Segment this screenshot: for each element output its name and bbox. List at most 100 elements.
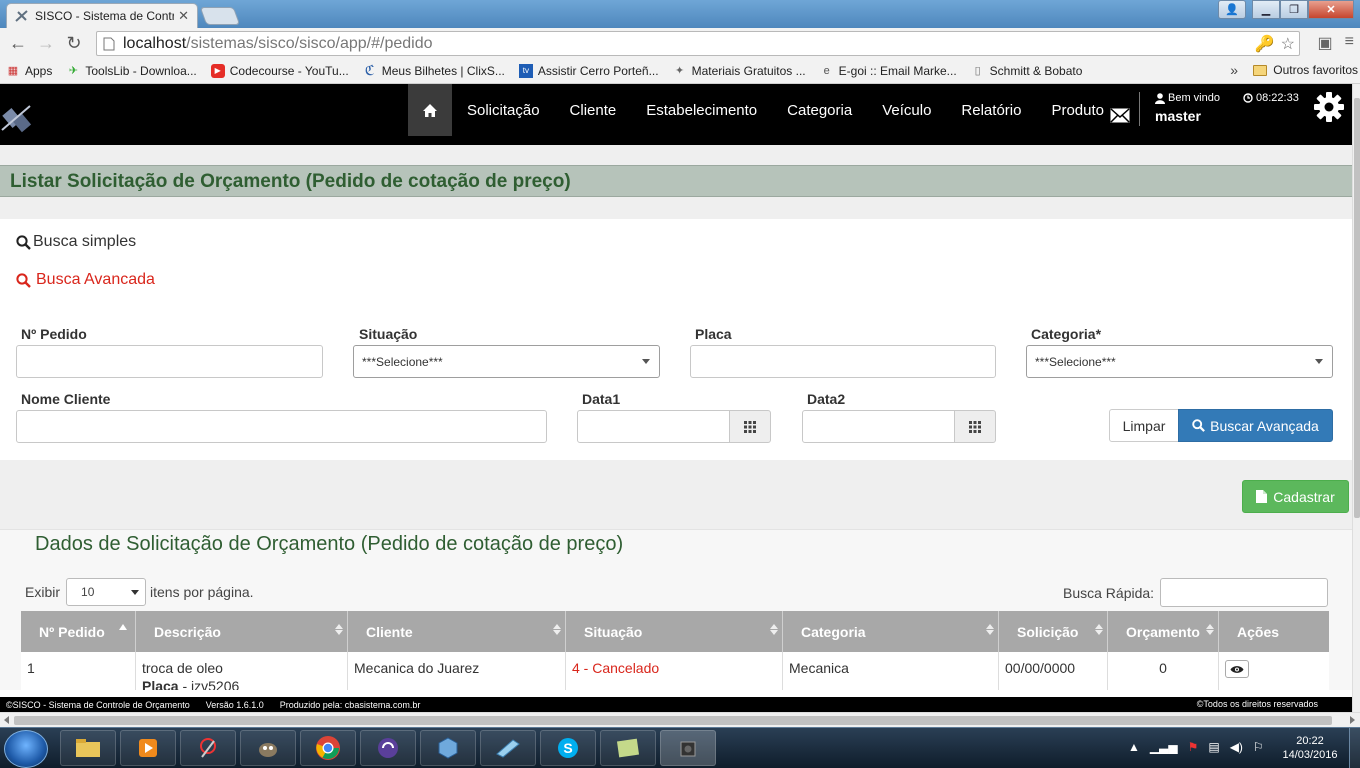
view-button[interactable] [1225,660,1249,678]
home-button[interactable] [408,84,452,136]
pedido-input[interactable] [16,345,323,378]
cell-cliente: Mecanica do Juarez [348,652,566,690]
extension-icon[interactable]: ▣ [1318,33,1333,53]
skype-icon[interactable]: S [540,730,596,766]
data2-calendar-button[interactable] [954,410,996,443]
camera-app-icon[interactable] [660,730,716,766]
register-button[interactable]: Cadastrar [1242,480,1349,513]
bookmark-item[interactable]: ✦ Materiais Gratuitos ... [673,64,806,78]
forward-arrow-icon[interactable]: → [32,33,60,54]
minimize-button[interactable]: ▁ [1252,0,1280,19]
virtualbox-icon[interactable] [420,730,476,766]
address-bar[interactable]: localhost/sistemas/sisco/sisco/app/#/ped… [96,31,1300,56]
column-header-pedido[interactable]: Nº Pedido [21,611,136,652]
gear-icon[interactable] [1313,91,1345,123]
column-header-situacao[interactable]: Situação [566,611,783,652]
gimp-icon[interactable] [240,730,296,766]
scroll-right-arrow-icon[interactable] [1350,716,1355,724]
menu-icon[interactable]: ≡ [1345,33,1354,53]
materials-icon: ✦ [674,65,685,77]
advanced-search-link[interactable]: Busca Avancada [16,271,155,289]
horizontal-scrollbar[interactable] [0,712,1360,727]
url-path: /sistemas/sisco/sisco/app/#/pedido [186,34,433,52]
close-window-button[interactable]: ✕ [1308,0,1354,19]
tab-close-icon[interactable]: ✕ [178,8,189,24]
data2-input[interactable] [802,410,955,443]
tray-expand-icon[interactable]: ▲ [1128,740,1140,754]
bookmark-star-icon[interactable]: ☆ [1281,34,1295,54]
volume-icon[interactable]: ◀) [1230,740,1243,754]
browser-tab[interactable]: SISCO - Sistema de Contro ✕ [6,3,198,28]
media-player-icon[interactable] [120,730,176,766]
nav-solicitacao[interactable]: Solicitação [452,102,555,119]
device-icon[interactable]: ▤ [1208,740,1219,754]
user-profile-icon[interactable]: 👤 [1218,0,1246,19]
bookmark-item[interactable]: ▯ Schmitt & Bobato [971,64,1083,78]
horizontal-scroll-thumb[interactable] [14,716,1332,725]
advanced-search-button[interactable]: Buscar Avançada [1178,409,1333,442]
page-size-select[interactable]: 10 [66,578,147,606]
bookmark-item[interactable]: ✈ ToolsLib - Downloa... [66,64,197,78]
file-explorer-icon[interactable] [60,730,116,766]
nav-produto[interactable]: Produto [1036,102,1119,119]
bookmark-item[interactable]: tv Assistir Cerro Porteñ... [518,63,659,78]
sort-icon [335,624,343,635]
placa-input[interactable] [690,345,996,378]
sticky-notes-icon[interactable] [600,730,656,766]
column-header-orcamento[interactable]: Orçamento [1108,611,1219,652]
torrent-icon[interactable] [360,730,416,766]
other-bookmarks[interactable]: Outros favoritos [1253,63,1358,77]
nav-relatorio[interactable]: Relatório [946,102,1036,119]
column-header-cliente[interactable]: Cliente [348,611,566,652]
bookmark-item[interactable]: ▦ Apps [6,64,53,78]
situacao-select[interactable]: ***Selecione*** [353,345,660,378]
chrome-icon[interactable] [300,730,356,766]
start-button[interactable] [4,730,48,768]
bookmark-item[interactable]: ▶ Codecourse - YouTu... [210,63,349,78]
clear-button[interactable]: Limpar [1109,409,1179,442]
nav-categoria[interactable]: Categoria [772,102,867,119]
show-desktop-button[interactable] [1349,728,1360,768]
scroll-left-arrow-icon[interactable] [4,716,9,724]
new-tab-button[interactable] [199,7,241,25]
nav-estabelecimento[interactable]: Estabelecimento [631,102,772,119]
vertical-scrollbar[interactable] [1352,84,1360,712]
notes-app-icon[interactable] [480,730,536,766]
bookmark-item[interactable]: e E-goi :: Email Marke... [820,64,957,78]
search-icon [1192,419,1206,432]
page-icon [103,37,115,50]
page-content: Listar Solicitação de Orçamento (Pedido … [0,145,1352,690]
nome-cliente-input[interactable] [16,410,547,443]
taskbar-clock[interactable]: 20:22 14/03/2016 [1280,734,1340,762]
snipping-tool-icon[interactable] [180,730,236,766]
vertical-scroll-thumb[interactable] [1354,98,1360,518]
nav-veiculo[interactable]: Veículo [867,102,946,119]
network-warning-icon[interactable]: ⚑ [1188,740,1199,754]
tab-title: SISCO - Sistema de Contro [35,9,175,23]
key-icon[interactable]: 🔑 [1255,34,1275,54]
search-mode-panel: Busca simples Busca Avancada [0,219,1352,303]
column-header-categoria[interactable]: Categoria [783,611,999,652]
page-icon: ▯ [974,65,981,77]
categoria-select[interactable]: ***Selecione*** [1026,345,1333,378]
signal-icon[interactable]: ▁▃▅ [1150,740,1178,754]
column-header-solicitacao[interactable]: Solicição [999,611,1108,652]
table-row[interactable]: 1 troca de oleo Placa - izv5206 Mecanica… [21,652,1329,690]
quick-search-input[interactable] [1160,578,1329,607]
page-title: Listar Solicitação de Orçamento (Pedido … [10,171,571,192]
file-icon [1256,490,1268,503]
maximize-button[interactable]: ❐ [1280,0,1308,19]
satellite-logo-icon[interactable] [0,100,34,138]
more-bookmarks-icon[interactable]: » [1230,62,1238,78]
data1-input[interactable] [577,410,730,443]
flag-icon[interactable]: ⚐ [1253,740,1264,754]
back-arrow-icon[interactable]: ← [4,33,32,54]
bookmark-item[interactable]: ℭ Meus Bilhetes | ClixS... [363,62,505,78]
nav-cliente[interactable]: Cliente [555,102,632,119]
clock-time: 08:22:33 [1256,92,1299,104]
data1-calendar-button[interactable] [729,410,771,443]
column-header-descricao[interactable]: Descrição [136,611,348,652]
simple-search-link[interactable]: Busca simples [16,233,136,251]
reload-icon[interactable]: ↻ [60,33,88,54]
mail-icon[interactable] [1110,108,1130,123]
